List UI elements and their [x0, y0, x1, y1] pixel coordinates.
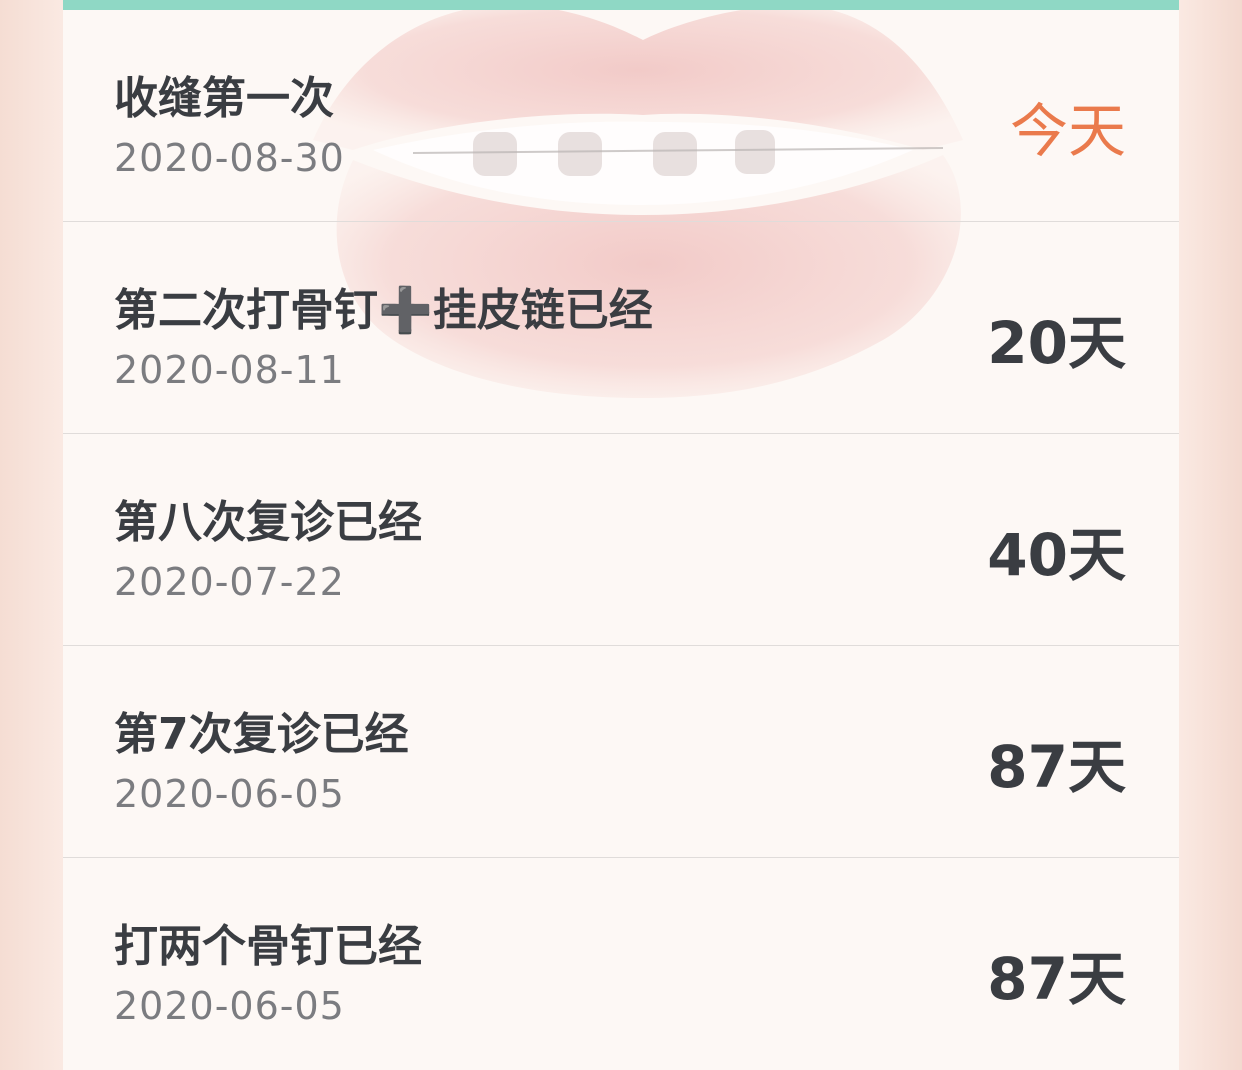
list-item[interactable]: 打两个骨钉已经 2020-06-05 87天 [63, 858, 1179, 1069]
event-date: 2020-08-30 [114, 136, 345, 180]
list-item[interactable]: 第二次打骨钉➕挂皮链已经 2020-08-11 20天 [63, 222, 1179, 434]
event-days-count: 20天 [987, 309, 1126, 377]
event-date: 2020-06-05 [114, 772, 345, 816]
events-list: 收缝第一次 2020-08-30 今天 第二次打骨钉➕挂皮链已经 2020-08… [63, 10, 1179, 1069]
list-item[interactable]: 第八次复诊已经 2020-07-22 40天 [63, 434, 1179, 646]
event-title: 收缝第一次 [114, 73, 334, 124]
events-card: 收缝第一次 2020-08-30 今天 第二次打骨钉➕挂皮链已经 2020-08… [63, 10, 1179, 1070]
event-title: 第7次复诊已经 [114, 709, 409, 760]
event-date: 2020-07-22 [114, 560, 345, 604]
event-days-count: 87天 [987, 733, 1126, 801]
event-title: 第八次复诊已经 [114, 497, 422, 548]
event-title: 打两个骨钉已经 [114, 921, 422, 972]
list-item[interactable]: 第7次复诊已经 2020-06-05 87天 [63, 646, 1179, 858]
event-days-count: 40天 [987, 521, 1126, 589]
event-date: 2020-06-05 [114, 984, 345, 1028]
accent-top-bar [63, 0, 1179, 10]
event-days-count: 今天 [1009, 97, 1126, 165]
list-item[interactable]: 收缝第一次 2020-08-30 今天 [63, 10, 1179, 222]
event-days-count: 87天 [987, 945, 1126, 1013]
event-title: 第二次打骨钉➕挂皮链已经 [114, 285, 653, 336]
event-date: 2020-08-11 [114, 348, 345, 392]
